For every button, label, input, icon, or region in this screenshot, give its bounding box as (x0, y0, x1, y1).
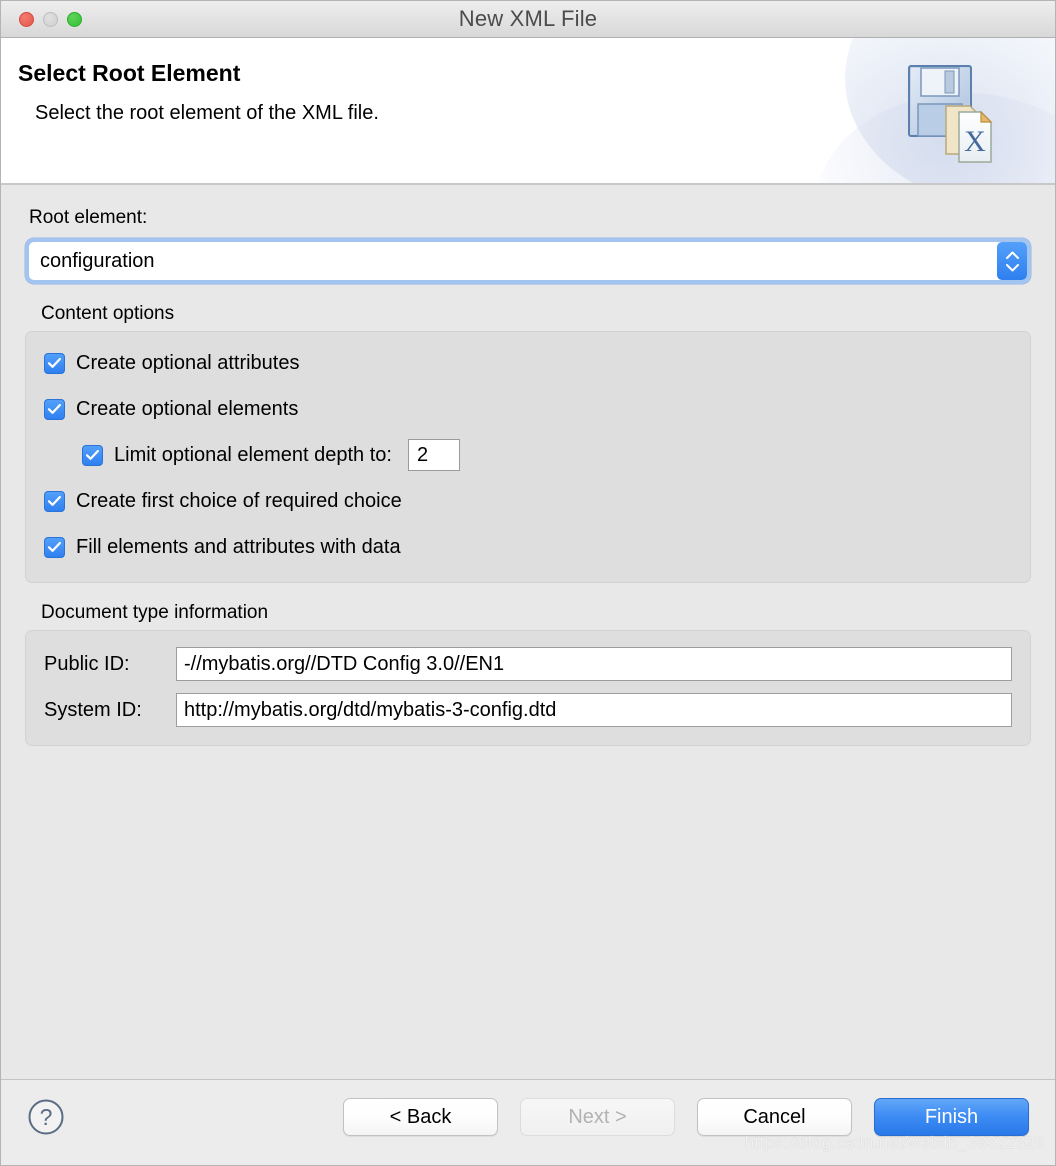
checkbox-row-create-optional-attributes[interactable]: Create optional attributes (44, 348, 1012, 378)
checkmark-icon[interactable] (44, 352, 65, 374)
optional-element-depth-input[interactable]: 2 (407, 439, 460, 471)
cancel-button[interactable]: Cancel (697, 1098, 852, 1136)
checkbox-label: Limit optional element depth to: (114, 443, 392, 466)
content-options-group: Create optional attributes Create option… (25, 331, 1031, 583)
maximize-button-icon[interactable] (67, 11, 82, 27)
public-id-label: Public ID: (44, 652, 130, 675)
system-id-row: System ID: http://mybatis.org/dtd/mybati… (44, 693, 1012, 727)
page-title: Select Root Element (18, 60, 241, 86)
wizard-header: Select Root Element Select the root elem… (1, 38, 1055, 185)
checkmark-icon[interactable] (44, 490, 65, 512)
question-mark-help-icon[interactable]: ? (27, 1098, 65, 1136)
svg-text:?: ? (40, 1104, 53, 1130)
watermark-text: https://blog.csdn.net/weixin_38322326 (744, 1133, 1045, 1152)
traffic-light-group (1, 11, 82, 27)
checkbox-row-fill-elements-with-data[interactable]: Fill elements and attributes with data (44, 532, 1012, 562)
checkmark-icon[interactable] (82, 444, 103, 466)
next-button: Next > (520, 1098, 675, 1136)
svg-text:X: X (964, 125, 986, 158)
footer-button-group: < Back Next > Cancel Finish (343, 1098, 1029, 1136)
checkbox-label: Fill elements and attributes with data (76, 535, 401, 558)
title-bar: New XML File (1, 1, 1055, 38)
minimize-button-icon[interactable] (43, 11, 58, 27)
floppy-xml-document-icon: X (901, 52, 1011, 164)
public-id-input[interactable]: -//mybatis.org//DTD Config 3.0//EN1 (176, 647, 1012, 681)
document-type-group-label: Document type information (41, 602, 269, 623)
checkbox-label: Create first choice of required choice (76, 489, 402, 512)
checkbox-row-create-optional-elements[interactable]: Create optional elements (44, 394, 1012, 424)
checkmark-icon[interactable] (44, 536, 65, 558)
page-description: Select the root element of the XML file. (35, 102, 379, 124)
system-id-input[interactable]: http://mybatis.org/dtd/mybatis-3-config.… (176, 693, 1012, 727)
root-element-combo-focus-ring: configuration (25, 238, 1031, 284)
dialog-body: Root element: configuration Content opti… (1, 185, 1055, 1079)
public-id-row: Public ID: -//mybatis.org//DTD Config 3.… (44, 647, 1012, 681)
chevron-up-down-icon[interactable] (997, 242, 1027, 280)
system-id-label: System ID: (44, 698, 142, 721)
root-element-label: Root element: (29, 207, 148, 228)
close-button-icon[interactable] (19, 11, 34, 27)
back-button[interactable]: < Back (343, 1098, 498, 1136)
checkbox-row-limit-optional-element-depth[interactable]: Limit optional element depth to: 2 (82, 439, 1012, 471)
checkmark-icon[interactable] (44, 398, 65, 420)
root-element-combobox[interactable]: configuration (29, 242, 1027, 280)
document-type-group: Public ID: -//mybatis.org//DTD Config 3.… (25, 630, 1031, 746)
root-element-value: configuration (40, 249, 155, 272)
window-title: New XML File (458, 6, 598, 31)
checkbox-label: Create optional attributes (76, 351, 300, 374)
content-options-group-label: Content options (41, 303, 175, 324)
dialog-footer: ? < Back Next > Cancel Finish https://bl… (1, 1079, 1055, 1165)
checkbox-label: Create optional elements (76, 397, 299, 420)
finish-button[interactable]: Finish (874, 1098, 1029, 1136)
checkbox-row-create-first-choice[interactable]: Create first choice of required choice (44, 486, 1012, 516)
new-xml-file-dialog: New XML File Select Root Element Select … (0, 0, 1056, 1166)
